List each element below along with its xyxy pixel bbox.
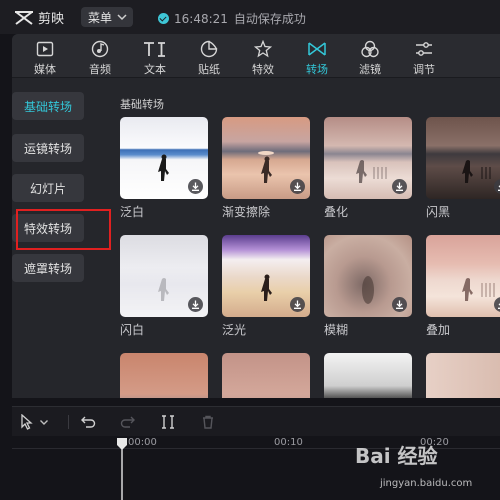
transition-thumbnail bbox=[222, 353, 310, 398]
watermark-logo: Bai 经验 bbox=[355, 444, 438, 468]
tab-effects[interactable]: 特效 bbox=[241, 38, 285, 78]
chevron-down-icon bbox=[117, 14, 127, 21]
transition-thumbnail bbox=[120, 235, 208, 317]
undo-icon bbox=[81, 416, 96, 428]
category-mask-transition[interactable]: 遮罩转场 bbox=[12, 254, 84, 282]
transition-name: 泛光 bbox=[222, 323, 247, 337]
menu-label: 菜单 bbox=[88, 10, 113, 25]
timeline-toolbar bbox=[12, 406, 500, 436]
transition-card[interactable]: 叠加 bbox=[426, 235, 500, 338]
app-logo: 剪映 bbox=[14, 8, 64, 27]
top-bar: 剪映 菜单 16:48:21 自动保存成功 bbox=[0, 0, 500, 34]
download-icon[interactable] bbox=[392, 297, 407, 312]
download-icon[interactable] bbox=[290, 179, 305, 194]
transition-card[interactable] bbox=[426, 353, 500, 398]
tick-label: 00:00 bbox=[128, 437, 157, 448]
chevron-down-icon bbox=[40, 420, 48, 425]
transition-grid: 泛白 渐变擦除 叠化 闪黑 闪白 泛光 模糊 叠加 bbox=[119, 117, 500, 398]
playhead[interactable] bbox=[117, 438, 127, 500]
transition-thumbnail bbox=[324, 353, 412, 398]
transition-card[interactable]: 泛白 bbox=[120, 117, 208, 220]
annotation-highlight-box bbox=[16, 209, 111, 250]
save-time: 16:48:21 bbox=[174, 11, 228, 26]
transition-name: 泛白 bbox=[120, 205, 145, 219]
adjust-icon bbox=[416, 42, 432, 56]
capcut-logo-icon bbox=[15, 10, 33, 25]
transition-thumbnail bbox=[426, 117, 500, 199]
sticker-icon bbox=[200, 40, 218, 58]
split-button[interactable] bbox=[161, 413, 175, 431]
transition-name: 闪黑 bbox=[426, 205, 451, 219]
transition-thumbnail bbox=[324, 235, 412, 317]
transition-card[interactable]: 模糊 bbox=[324, 235, 412, 338]
tab-bar: 媒体 音频 文本 贴纸 特效 转场 滤镜 调节 bbox=[12, 34, 500, 78]
transition-card[interactable] bbox=[324, 353, 412, 398]
toolbar-divider bbox=[68, 415, 69, 429]
transition-card[interactable] bbox=[120, 353, 208, 398]
tab-transition[interactable]: 转场 bbox=[295, 38, 339, 78]
effects-icon bbox=[254, 40, 272, 58]
tab-sticker[interactable]: 贴纸 bbox=[187, 38, 231, 78]
download-icon[interactable] bbox=[392, 179, 407, 194]
transition-thumbnail bbox=[426, 353, 500, 398]
person-silhouette-icon bbox=[462, 278, 495, 301]
transition-card[interactable]: 闪白 bbox=[120, 235, 208, 338]
person-silhouette-icon bbox=[462, 160, 491, 183]
tick-label: 00:10 bbox=[274, 437, 303, 448]
undo-button[interactable] bbox=[80, 413, 96, 431]
autosave-status: 16:48:21 自动保存成功 bbox=[158, 10, 306, 27]
redo-icon bbox=[120, 416, 135, 428]
app-name: 剪映 bbox=[38, 12, 65, 27]
watermark-url: jingyan.baidu.com bbox=[380, 478, 473, 489]
transition-card[interactable]: 泛光 bbox=[222, 235, 310, 338]
transition-name: 叠化 bbox=[324, 205, 349, 219]
transition-card[interactable]: 闪黑 bbox=[426, 117, 500, 220]
save-text: 自动保存成功 bbox=[233, 12, 306, 26]
category-slideshow[interactable]: 幻灯片 bbox=[12, 174, 84, 202]
transition-name: 渐变擦除 bbox=[222, 205, 271, 219]
trash-icon bbox=[203, 415, 213, 429]
cursor-icon bbox=[21, 414, 33, 430]
transition-thumbnail bbox=[120, 117, 208, 199]
transition-thumbnail bbox=[120, 353, 208, 398]
tab-adjust[interactable]: 调节 bbox=[402, 38, 446, 78]
filter-icon bbox=[361, 40, 379, 58]
transition-thumbnail bbox=[426, 235, 500, 317]
transition-name: 闪白 bbox=[120, 323, 145, 337]
text-icon bbox=[144, 42, 165, 57]
section-title: 基础转场 bbox=[120, 98, 164, 111]
transition-card[interactable]: 渐变擦除 bbox=[222, 117, 310, 220]
menu-button[interactable]: 菜单 bbox=[81, 7, 133, 27]
category-camera-movement[interactable]: 运镜转场 bbox=[12, 134, 84, 162]
tab-filter[interactable]: 滤镜 bbox=[348, 38, 392, 78]
delete-button[interactable] bbox=[201, 413, 215, 431]
split-icon bbox=[162, 415, 174, 429]
category-basic[interactable]: 基础转场 bbox=[12, 92, 84, 120]
transition-thumbnail bbox=[222, 117, 310, 199]
transition-card[interactable]: 叠化 bbox=[324, 117, 412, 220]
transition-card[interactable] bbox=[222, 353, 310, 398]
tab-text[interactable]: 文本 bbox=[133, 38, 177, 78]
check-icon bbox=[158, 13, 169, 24]
transition-thumbnail bbox=[324, 117, 412, 199]
tab-media[interactable]: 媒体 bbox=[23, 38, 67, 78]
download-icon[interactable] bbox=[188, 179, 203, 194]
redo-button[interactable] bbox=[120, 413, 136, 431]
transition-name: 模糊 bbox=[324, 323, 349, 337]
media-icon bbox=[36, 41, 54, 57]
select-tool-button[interactable] bbox=[20, 413, 49, 431]
transition-thumbnail bbox=[222, 235, 310, 317]
transition-icon bbox=[308, 42, 326, 56]
audio-icon bbox=[91, 40, 109, 58]
transition-name: 叠加 bbox=[426, 323, 451, 337]
tab-audio[interactable]: 音频 bbox=[78, 38, 122, 78]
download-icon[interactable] bbox=[290, 297, 305, 312]
download-icon[interactable] bbox=[188, 297, 203, 312]
